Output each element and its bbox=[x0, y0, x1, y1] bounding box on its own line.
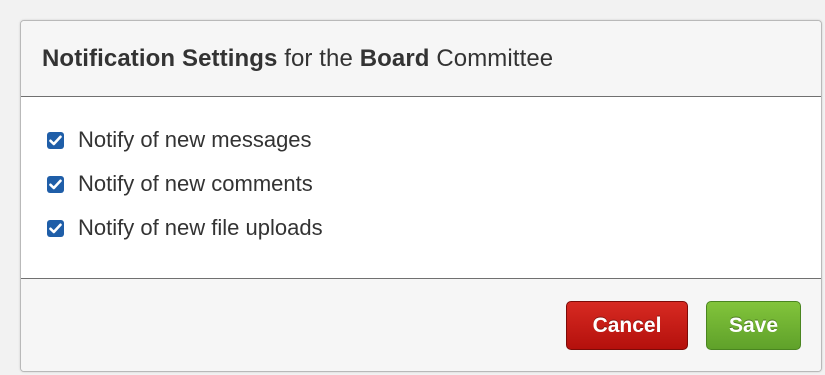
checkmark-icon bbox=[49, 223, 62, 233]
title-connector-text: for the bbox=[277, 45, 360, 72]
cancel-button[interactable]: Cancel bbox=[566, 301, 688, 350]
dialog-title: Notification Settings for the Board Comm… bbox=[42, 45, 553, 73]
new-comments-label: Notify of new comments bbox=[78, 171, 313, 196]
checkmark-icon bbox=[49, 135, 62, 145]
option-new-messages[interactable]: Notify of new messages bbox=[47, 126, 312, 154]
dialog-header: Notification Settings for the Board Comm… bbox=[21, 21, 821, 97]
new-comments-checkbox[interactable] bbox=[47, 175, 64, 193]
title-settings-label: Notification Settings bbox=[42, 45, 278, 72]
dialog-footer: Cancel Save bbox=[21, 278, 821, 371]
new-messages-checkbox[interactable] bbox=[47, 131, 64, 149]
option-new-file-uploads[interactable]: Notify of new file uploads bbox=[47, 214, 323, 242]
option-new-comments[interactable]: Notify of new comments bbox=[47, 170, 313, 198]
title-committee-text: Committee bbox=[429, 45, 554, 72]
new-file-uploads-checkbox[interactable] bbox=[47, 219, 64, 237]
checkmark-icon bbox=[49, 179, 62, 189]
new-messages-label: Notify of new messages bbox=[78, 127, 312, 152]
new-file-uploads-label: Notify of new file uploads bbox=[78, 215, 323, 240]
notification-settings-dialog: Notification Settings for the Board Comm… bbox=[20, 20, 822, 372]
title-board-label: Board bbox=[359, 45, 430, 72]
dialog-body: Notify of new messages Notify of new com… bbox=[21, 97, 821, 278]
save-button[interactable]: Save bbox=[706, 301, 801, 350]
